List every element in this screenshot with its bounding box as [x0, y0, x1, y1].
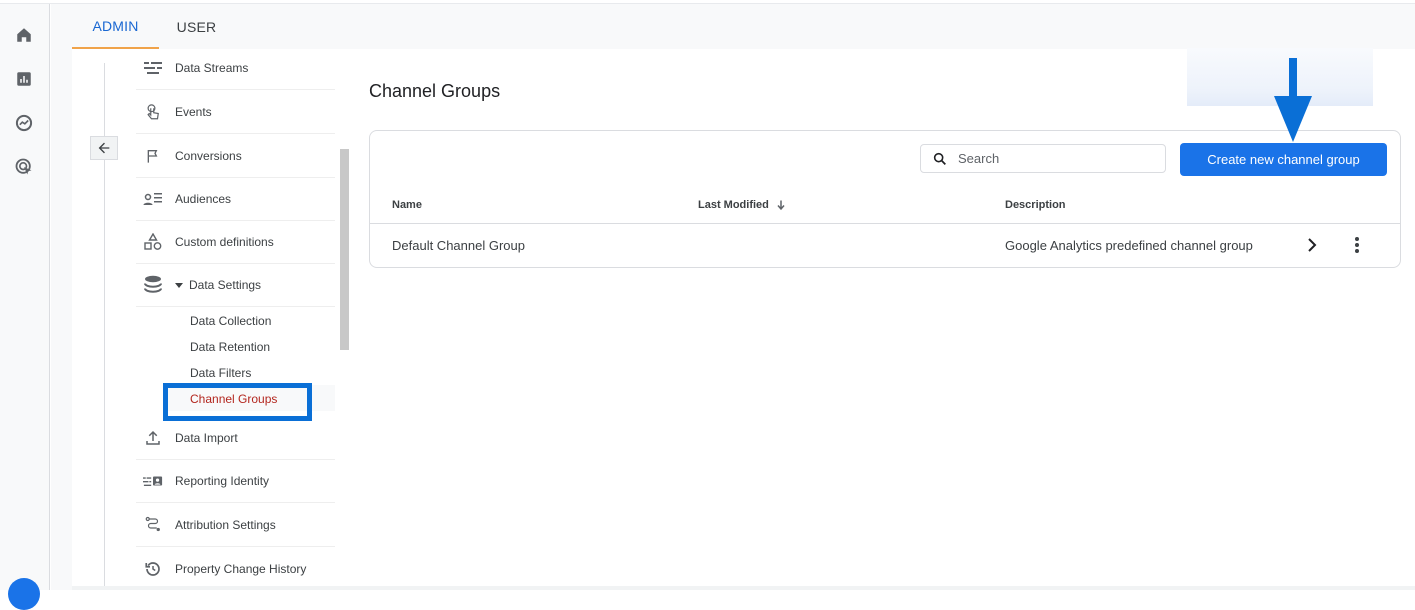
upload-icon [143, 428, 163, 448]
nav-item-property-change-history[interactable]: Property Change History [136, 547, 335, 590]
sub-item-data-filters[interactable]: Data Filters [190, 366, 251, 380]
page-title: Channel Groups [369, 81, 501, 101]
table-header-divider [370, 223, 1400, 224]
create-channel-group-button[interactable]: Create new channel group [1180, 143, 1387, 176]
back-button[interactable] [90, 136, 118, 160]
nav-item-events[interactable]: Events [136, 91, 335, 134]
nav-item-data-import[interactable]: Data Import [136, 417, 335, 460]
column-header-last-modified[interactable]: Last Modified [698, 199, 787, 211]
chevron-right-icon[interactable] [1302, 235, 1322, 255]
nav-scrollbar[interactable] [340, 149, 349, 350]
nav-item-custom-definitions[interactable]: Custom definitions [136, 221, 335, 264]
advertising-icon[interactable] [13, 156, 35, 178]
touch-icon [143, 102, 163, 122]
gutter [51, 4, 72, 590]
column-header-name[interactable]: Name [392, 199, 422, 211]
channel-groups-card: Create new channel group Name Last Modif… [369, 130, 1401, 268]
caret-down-icon[interactable] [175, 282, 183, 288]
audiences-icon [143, 189, 163, 209]
nav-item-label: Data Streams [175, 61, 249, 75]
search-field[interactable] [920, 144, 1166, 173]
tab-admin[interactable]: ADMIN [72, 4, 159, 49]
reporting-identity-icon [143, 471, 163, 491]
nav-item-label: Property Change History [175, 561, 307, 576]
bottom-strip [72, 586, 1415, 590]
sub-item-data-collection[interactable]: Data Collection [190, 314, 271, 328]
search-icon [933, 152, 946, 165]
column-header-description: Description [1005, 199, 1066, 211]
column-header-label: Last Modified [698, 199, 769, 211]
nav-item-data-streams[interactable]: Data Streams [136, 47, 335, 90]
arrow-left-icon [98, 142, 110, 154]
sort-descending-icon [777, 200, 785, 211]
nav-item-label: Reporting Identity [175, 474, 270, 488]
flag-icon [143, 146, 163, 166]
shapes-icon [143, 232, 163, 252]
nav-item-conversions[interactable]: Conversions [136, 135, 335, 178]
data-streams-icon [143, 58, 163, 78]
admin-nav: Data Streams Events Conversions Audience… [72, 49, 352, 586]
row-description: Google Analytics predefined channel grou… [1005, 238, 1253, 253]
attribution-icon [143, 515, 163, 535]
nav-item-attribution-settings[interactable]: Attribution Settings [136, 504, 335, 547]
nav-item-label: Data Import [175, 431, 238, 445]
nav-item-data-settings[interactable]: Data Settings [136, 264, 335, 307]
explore-icon[interactable] [13, 112, 35, 134]
more-vert-icon[interactable] [1347, 235, 1367, 255]
annotation-highlight-box [163, 383, 312, 421]
database-icon [143, 275, 163, 295]
reports-icon[interactable] [13, 68, 35, 90]
left-rail [0, 4, 50, 610]
nav-item-label: Audiences [175, 192, 232, 206]
nav-item-audiences[interactable]: Audiences [136, 178, 335, 221]
nav-item-label: Attribution Settings [175, 518, 276, 532]
nav-item-label: Events [175, 105, 212, 119]
tab-user[interactable]: USER [159, 4, 234, 49]
tab-bar: ADMIN USER [72, 4, 1415, 49]
annotation-arrow-icon [1274, 58, 1312, 142]
nav-item-reporting-identity[interactable]: Reporting Identity [136, 460, 335, 503]
search-input[interactable] [958, 151, 1148, 166]
sub-item-data-retention[interactable]: Data Retention [190, 340, 270, 354]
nav-item-label: Custom definitions [175, 235, 274, 249]
home-icon[interactable] [13, 24, 35, 46]
nav-item-label: Conversions [175, 149, 242, 163]
history-icon [143, 559, 163, 579]
admin-gear-icon[interactable] [8, 578, 40, 610]
nav-item-label: Data Settings [189, 278, 262, 292]
row-name: Default Channel Group [392, 238, 525, 253]
